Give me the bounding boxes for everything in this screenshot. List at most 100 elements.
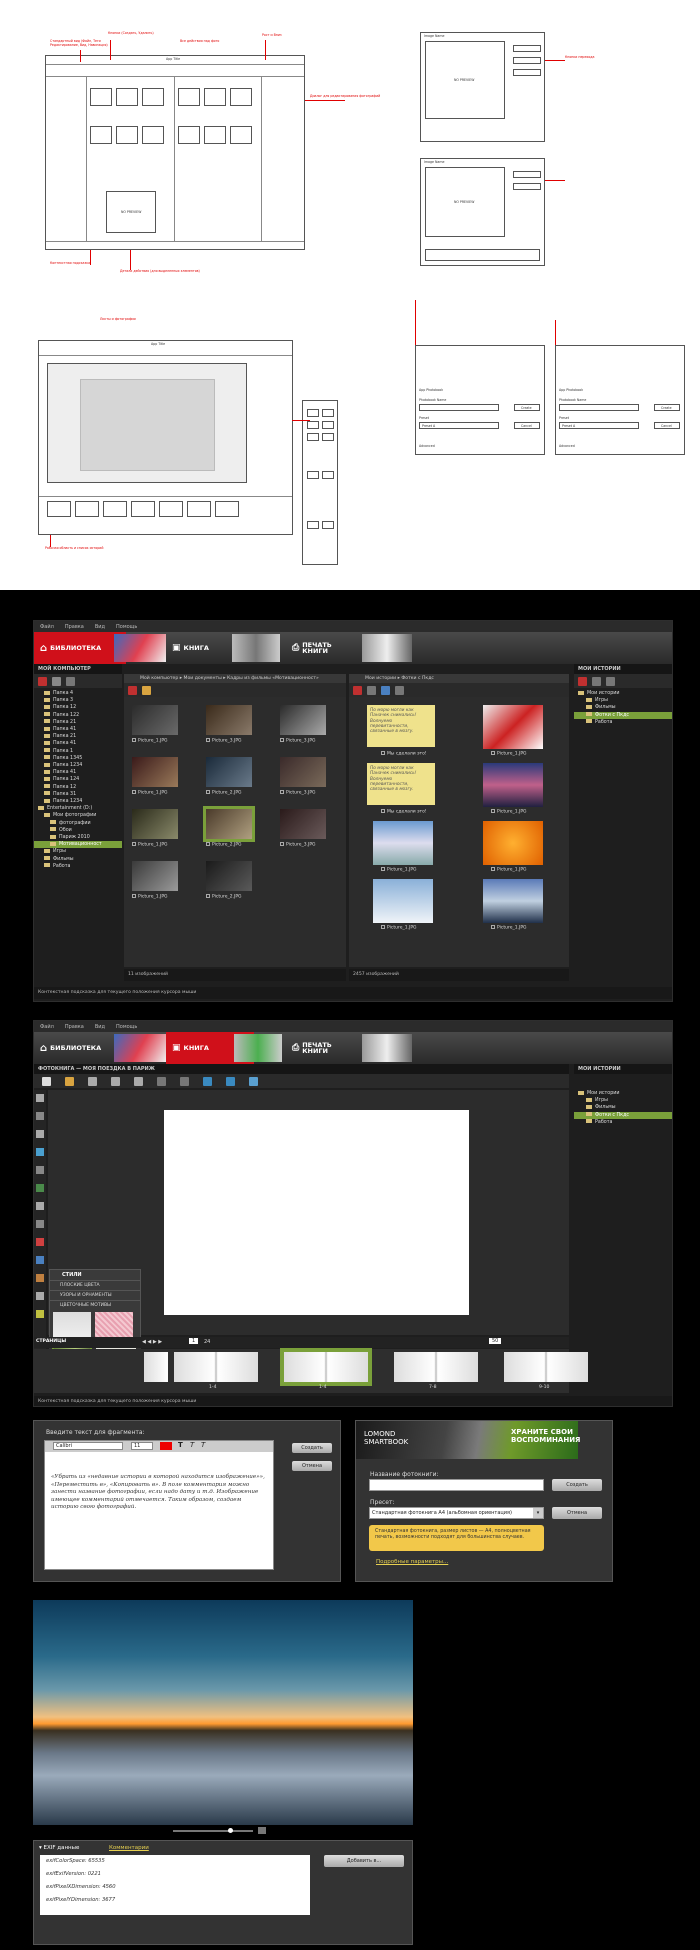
spread-thumbnail[interactable] — [394, 1352, 478, 1382]
book-create-button[interactable]: Создать — [552, 1479, 602, 1491]
photo-thumbnail[interactable] — [132, 705, 178, 735]
tree-item[interactable]: Париж 2010 — [34, 834, 122, 841]
photo-thumbnail[interactable] — [132, 809, 178, 839]
photo-caption[interactable]: Picture_1.JPG — [132, 790, 168, 796]
tree-item[interactable]: Мои истории — [574, 1090, 672, 1097]
page-canvas[interactable] — [164, 1110, 469, 1315]
tree-item[interactable]: Папка 1345 — [34, 755, 122, 762]
photo-caption[interactable]: Picture_3.JPG — [280, 790, 316, 796]
spread-thumbnail[interactable] — [504, 1352, 588, 1382]
photo-caption[interactable]: Picture_1.JPG — [381, 867, 417, 873]
sort-icon[interactable] — [52, 676, 61, 686]
menu-help-2[interactable]: Помощь — [116, 1024, 137, 1030]
tool-icon[interactable] — [36, 1274, 44, 1282]
tree-item[interactable]: Мотивационност — [34, 841, 122, 849]
tree-item[interactable]: Папка 41 — [34, 769, 122, 776]
font-select[interactable]: Calibri — [53, 1442, 123, 1450]
tree-item[interactable]: Папка 12 — [34, 784, 122, 791]
checkbox[interactable] — [206, 790, 210, 794]
tree-item[interactable]: Entertainment (D:) — [34, 805, 122, 812]
tree-item[interactable]: Папка 41 — [34, 726, 122, 733]
tree-item[interactable]: Фотки с Пкдс — [574, 1111, 672, 1119]
checkbox[interactable] — [280, 790, 284, 794]
check-icon[interactable] — [367, 685, 376, 695]
tree-item[interactable]: Работа — [574, 719, 672, 726]
italic-icon[interactable]: T — [190, 1441, 194, 1449]
photo-caption[interactable]: Picture_1.JPG — [491, 751, 527, 757]
tree-item[interactable]: Мои фотографии — [34, 812, 122, 819]
tool-icon[interactable] — [36, 1202, 44, 1210]
photo-caption[interactable]: Picture_3.JPG — [280, 842, 316, 848]
photo-caption[interactable]: Picture_1.JPG — [491, 809, 527, 815]
zoom-value[interactable]: 50 — [489, 1338, 502, 1344]
preset-select[interactable]: Стандартная фотокнига А4 (альбомная орие… — [369, 1507, 544, 1519]
photo-caption[interactable]: Picture_1.JPG — [491, 867, 527, 873]
tree-item[interactable]: Папка 4 — [34, 690, 122, 697]
photo-thumbnail[interactable] — [206, 861, 252, 891]
print-small-icon[interactable] — [111, 1076, 120, 1086]
checkbox[interactable] — [206, 842, 210, 846]
comments-tab[interactable]: Комментарии — [109, 1845, 149, 1851]
page-nav[interactable]: ◀ ◀ ▶ ▶ — [142, 1339, 162, 1345]
save-icon[interactable] — [88, 1076, 97, 1086]
menu-edit-2[interactable]: Правка — [65, 1024, 84, 1030]
story-add-icon[interactable] — [578, 676, 587, 686]
bold-icon[interactable]: T — [178, 1441, 183, 1449]
book-name-input[interactable] — [369, 1479, 544, 1491]
photo-thumbnail[interactable] — [132, 757, 178, 787]
folder-add-icon[interactable] — [38, 676, 47, 686]
photo-thumbnail[interactable] — [206, 757, 252, 787]
checkbox[interactable] — [491, 925, 495, 929]
photo-caption[interactable]: Picture_2.JPG — [206, 894, 242, 900]
tree-item[interactable]: Игры — [574, 1097, 672, 1104]
tool-icon[interactable] — [36, 1292, 44, 1300]
new-icon[interactable] — [42, 1076, 51, 1086]
checkbox[interactable] — [381, 751, 385, 755]
tab-library[interactable]: ⌂ БИБЛИОТЕКА — [34, 632, 126, 664]
page-num[interactable]: 1 — [189, 1338, 199, 1344]
photo-caption[interactable]: Picture_1.JPG — [381, 925, 417, 931]
open-icon[interactable] — [65, 1076, 74, 1086]
remove-icon[interactable] — [353, 685, 362, 695]
tool-icon[interactable] — [36, 1130, 44, 1138]
text-icon[interactable] — [592, 676, 601, 686]
photo-caption[interactable]: Picture_2.JPG — [206, 790, 242, 796]
sticky-note[interactable]: По морю могли как Паначек снимались! Вол… — [367, 763, 435, 805]
tree-item[interactable]: Работа — [574, 1119, 672, 1126]
checkbox[interactable] — [491, 809, 495, 813]
tool-icon[interactable] — [36, 1166, 44, 1174]
checkbox[interactable] — [280, 738, 284, 742]
photo-caption[interactable]: Picture_2.JPG — [206, 842, 242, 848]
tree-item[interactable]: Папка 124 — [34, 776, 122, 783]
tool-icon[interactable] — [36, 1094, 44, 1102]
tool-icon[interactable] — [36, 1220, 44, 1228]
tree-item[interactable]: Папка 1 — [34, 748, 122, 755]
tree-item[interactable]: Игры — [574, 697, 672, 704]
exif-tab[interactable]: ▾ EXIF данные — [39, 1845, 79, 1851]
tree-item[interactable]: Фильмы — [574, 1104, 672, 1111]
tool-icon[interactable] — [36, 1184, 44, 1192]
color-swatch[interactable] — [160, 1442, 172, 1450]
tree-item[interactable]: Фильмы — [34, 856, 122, 863]
text-cancel-button[interactable]: Отмена — [292, 1461, 332, 1471]
underline-icon[interactable]: T — [201, 1441, 205, 1449]
tree-item[interactable]: Обои — [34, 827, 122, 834]
checkbox[interactable] — [381, 925, 385, 929]
tab-print-2[interactable]: ⎙ ПЕЧАТЬ КНИГИ — [286, 1032, 374, 1064]
tree-item[interactable]: Папка 21 — [34, 719, 122, 726]
viewer-slider[interactable] — [173, 1828, 253, 1833]
filter-icon[interactable] — [66, 676, 75, 686]
menu-view[interactable]: Вид — [95, 624, 105, 630]
folder-icon[interactable] — [142, 685, 151, 695]
checkbox[interactable] — [491, 867, 495, 871]
tree-item[interactable]: Папка 122 — [34, 712, 122, 719]
checkbox[interactable] — [132, 738, 136, 742]
tree-item[interactable]: Игры — [34, 848, 122, 855]
text-body[interactable]: «Убрать из «недавние истории в которой н… — [51, 1474, 266, 1512]
style-patterns[interactable]: УЗОРЫ И ОРНАМЕНТЫ — [50, 1290, 140, 1300]
viewer-button[interactable] — [258, 1827, 266, 1834]
photo-remove-icon[interactable] — [226, 1076, 235, 1086]
checkbox[interactable] — [381, 809, 385, 813]
checkbox[interactable] — [132, 790, 136, 794]
spread-thumbnail[interactable] — [280, 1348, 372, 1386]
